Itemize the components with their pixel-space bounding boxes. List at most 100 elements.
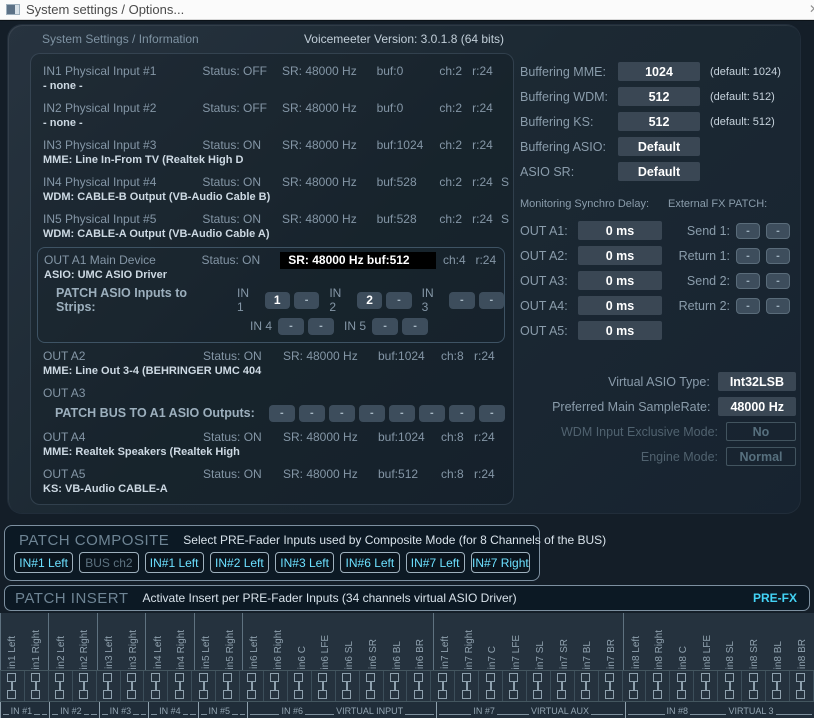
insert-toggle[interactable] <box>527 671 551 701</box>
insert-toggle[interactable] <box>288 671 312 701</box>
asio-patch-button[interactable]: - <box>386 292 411 309</box>
composite-slot-button[interactable]: IN#2 Left <box>210 552 269 573</box>
asio-patch-button[interactable]: - <box>402 318 428 335</box>
bus-patch-button[interactable]: - <box>359 405 385 422</box>
device-status: Status: OFF <box>202 64 282 78</box>
device-row-in3[interactable]: IN3 Physical Input #3 Status: ON SR: 480… <box>43 136 513 154</box>
insert-toggle[interactable] <box>623 671 647 701</box>
buffering-value-box[interactable]: 512 <box>618 87 700 106</box>
device-row-in5[interactable]: IN5 Physical Input #5 Status: ON SR: 480… <box>43 210 513 228</box>
delay-value-box[interactable]: 0 ms <box>578 271 662 290</box>
insert-toggle[interactable] <box>742 671 766 701</box>
delay-value-box[interactable]: 0 ms <box>578 221 662 240</box>
insert-toggle[interactable] <box>49 671 73 701</box>
insert-toggle[interactable] <box>216 671 240 701</box>
bus-patch-button[interactable]: - <box>419 405 445 422</box>
bus-patch-button[interactable]: - <box>269 405 295 422</box>
insert-toggle[interactable] <box>192 671 216 701</box>
asio-strip-pair: IN 4 - - <box>250 318 334 335</box>
device-row-outa4[interactable]: OUT A4 Status: ON SR: 48000 Hz buf:1024 … <box>43 428 513 446</box>
bus-patch-button[interactable]: - <box>479 405 505 422</box>
close-icon[interactable]: ✕ <box>809 2 814 16</box>
delay-value-box[interactable]: 0 ms <box>578 246 662 265</box>
device-row-in1[interactable]: IN1 Physical Input #1 Status: OFF SR: 48… <box>43 62 513 80</box>
composite-slot-button[interactable]: IN#3 Left <box>275 552 334 573</box>
asio-patch-button[interactable]: 2 <box>357 292 382 309</box>
insert-toggle[interactable] <box>384 671 408 701</box>
insert-toggle[interactable] <box>431 671 455 701</box>
insert-toggle[interactable] <box>407 671 431 701</box>
insert-toggle[interactable] <box>168 671 192 701</box>
composite-slot-button[interactable]: IN#7 Right <box>471 552 530 573</box>
asio-patch-button[interactable]: - <box>479 292 504 309</box>
insert-toggle[interactable] <box>694 671 718 701</box>
setting-value-box[interactable]: Normal <box>726 447 796 466</box>
insert-toggle[interactable] <box>575 671 599 701</box>
buffering-value-box[interactable]: Default <box>618 137 700 156</box>
fx-patch-button[interactable]: - <box>766 298 790 314</box>
insert-toggle[interactable] <box>455 671 479 701</box>
setting-value-box[interactable]: Int32LSB <box>718 372 796 391</box>
insert-toggle[interactable] <box>503 671 527 701</box>
asio-patch-button[interactable]: 1 <box>265 292 290 309</box>
device-name: IN1 Physical Input #1 <box>43 64 202 78</box>
device-row-in4[interactable]: IN4 Physical Input #4 Status: ON SR: 480… <box>43 173 513 191</box>
buffering-value-box[interactable]: 1024 <box>618 62 700 81</box>
bus-patch-button[interactable]: - <box>329 405 355 422</box>
asio-patch-button[interactable]: - <box>372 318 398 335</box>
insert-toggle[interactable] <box>97 671 121 701</box>
delay-value-box[interactable]: 0 ms <box>578 321 662 340</box>
buffering-value-box[interactable]: 512 <box>618 112 700 131</box>
fx-patch-button[interactable]: - <box>736 223 760 239</box>
bus-patch-button[interactable]: - <box>299 405 325 422</box>
fx-patch-button[interactable]: - <box>766 223 790 239</box>
insert-toggle[interactable] <box>144 671 168 701</box>
insert-toggle[interactable] <box>646 671 670 701</box>
fx-patch-button[interactable]: - <box>766 248 790 264</box>
insert-toggle[interactable] <box>670 671 694 701</box>
insert-toggle[interactable] <box>121 671 145 701</box>
insert-toggle[interactable] <box>599 671 623 701</box>
setting-value-box[interactable]: 48000 Hz <box>718 397 796 416</box>
asio-patch-button[interactable]: - <box>294 292 319 309</box>
insert-toggle[interactable] <box>25 671 49 701</box>
insert-toggle[interactable] <box>360 671 384 701</box>
asio-patch-button[interactable]: - <box>278 318 304 335</box>
composite-slot-button[interactable]: IN#1 Left <box>14 552 73 573</box>
device-row-outa2[interactable]: OUT A2 Status: ON SR: 48000 Hz buf:1024 … <box>43 347 513 365</box>
composite-slot-button[interactable]: BUS ch2 <box>79 552 138 573</box>
insert-toggle[interactable] <box>0 671 25 701</box>
fx-patch-button[interactable]: - <box>736 248 760 264</box>
insert-toggle[interactable] <box>240 671 264 701</box>
setting-row: Virtual ASIO Type: Int32LSB <box>520 369 796 394</box>
buffering-value-box[interactable]: Default <box>618 162 700 181</box>
delay-value-box[interactable]: 0 ms <box>578 296 662 315</box>
insert-toggle[interactable] <box>479 671 503 701</box>
device-row-outa3[interactable]: OUT A3 <box>43 384 513 402</box>
insert-toggle[interactable] <box>766 671 790 701</box>
insert-toggle[interactable] <box>790 671 814 701</box>
fx-patch-button[interactable]: - <box>736 298 760 314</box>
composite-slot-button[interactable]: IN#6 Left <box>340 552 399 573</box>
asio-patch-button[interactable]: - <box>308 318 334 335</box>
fx-patch-button[interactable]: - <box>766 273 790 289</box>
asio-patch-button[interactable]: - <box>449 292 474 309</box>
bus-patch-button[interactable]: - <box>449 405 475 422</box>
window-titlebar[interactable]: System settings / Options... ✕ <box>0 0 814 20</box>
insert-toggle[interactable] <box>73 671 97 701</box>
device-row-in2[interactable]: IN2 Physical Input #2 Status: OFF SR: 48… <box>43 99 513 117</box>
insert-toggle[interactable] <box>551 671 575 701</box>
composite-slot-button[interactable]: IN#7 Left <box>406 552 465 573</box>
device-row-outa1[interactable]: OUT A1 Main Device Status: ON SR: 48000 … <box>44 251 504 269</box>
composite-slot-button[interactable]: IN#1 Left <box>145 552 204 573</box>
insert-toggle[interactable] <box>336 671 360 701</box>
fx-patch-button[interactable]: - <box>736 273 760 289</box>
device-row-outa5[interactable]: OUT A5 Status: ON SR: 48000 Hz buf:512 c… <box>43 465 513 483</box>
insert-toggle[interactable] <box>312 671 336 701</box>
bus-patch-button[interactable]: - <box>389 405 415 422</box>
setting-value-box[interactable]: No <box>726 422 796 441</box>
insert-toggle[interactable] <box>264 671 288 701</box>
insert-toggle[interactable] <box>718 671 742 701</box>
channel-label-cell: in7 LFE <box>505 613 529 670</box>
prefx-badge[interactable]: PRE-FX <box>753 591 797 605</box>
